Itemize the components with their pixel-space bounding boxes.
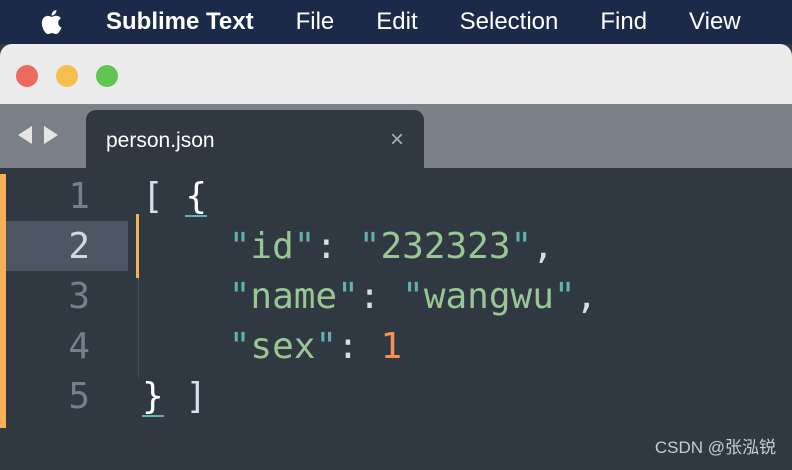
close-icon[interactable]: × xyxy=(390,126,404,154)
json-value-name: wangwu xyxy=(423,276,554,317)
line-content: [ { xyxy=(142,172,207,222)
json-key-sex: sex xyxy=(250,326,316,367)
code-editor[interactable]: 1 [ { 2 "id": "232323", 3 "name": "wangw… xyxy=(0,168,792,470)
code-line[interactable]: 3 "name": "wangwu", xyxy=(0,272,792,322)
tab-navigation xyxy=(18,126,58,144)
json-key-id: id xyxy=(250,226,294,267)
menu-file[interactable]: File xyxy=(296,8,335,36)
menu-selection[interactable]: Selection xyxy=(460,8,559,36)
line-number: 5 xyxy=(68,376,90,417)
minimize-window-button[interactable] xyxy=(56,65,78,87)
tab-bar: person.json × xyxy=(0,104,792,168)
close-bracket: ] xyxy=(185,376,208,417)
line-content: "id": "232323", xyxy=(228,226,554,267)
line-content: } ] xyxy=(142,372,207,422)
json-value-id: 232323 xyxy=(380,226,511,267)
json-value-sex: 1 xyxy=(380,326,403,367)
previous-tab-arrow-icon[interactable] xyxy=(18,126,32,144)
open-brace: { xyxy=(185,176,208,217)
menu-edit[interactable]: Edit xyxy=(376,8,417,36)
watermark: CSDN @张泓锐 xyxy=(654,438,776,457)
apple-icon[interactable] xyxy=(40,9,62,35)
code-line[interactable]: 5 } ] xyxy=(0,372,792,422)
line-number: 2 xyxy=(68,226,90,267)
open-bracket: [ xyxy=(142,176,164,217)
line-number: 1 xyxy=(68,176,90,217)
menu-find[interactable]: Find xyxy=(600,8,647,36)
next-tab-arrow-icon[interactable] xyxy=(44,126,58,144)
close-brace: } xyxy=(142,376,164,417)
line-content: "name": "wangwu", xyxy=(228,276,598,317)
code-line[interactable]: 1 [ { xyxy=(0,172,792,222)
line-number: 4 xyxy=(68,326,90,367)
line-content: "sex": 1 xyxy=(228,326,403,367)
code-line[interactable]: 2 "id": "232323", xyxy=(0,222,792,272)
menu-bar: Sublime Text File Edit Selection Find Vi… xyxy=(0,0,792,44)
menu-view[interactable]: View xyxy=(689,8,741,36)
zoom-window-button[interactable] xyxy=(96,65,118,87)
tab-person-json[interactable]: person.json × xyxy=(86,110,424,168)
json-key-name: name xyxy=(250,276,338,317)
code-line[interactable]: 4 "sex": 1 xyxy=(0,322,792,372)
code-lines: 1 [ { 2 "id": "232323", 3 "name": "wangw… xyxy=(0,172,792,422)
menu-app-name[interactable]: Sublime Text xyxy=(106,8,254,36)
line-number: 3 xyxy=(68,276,90,317)
tab-label: person.json xyxy=(106,129,215,152)
window-titlebar xyxy=(0,44,792,104)
close-window-button[interactable] xyxy=(16,65,38,87)
